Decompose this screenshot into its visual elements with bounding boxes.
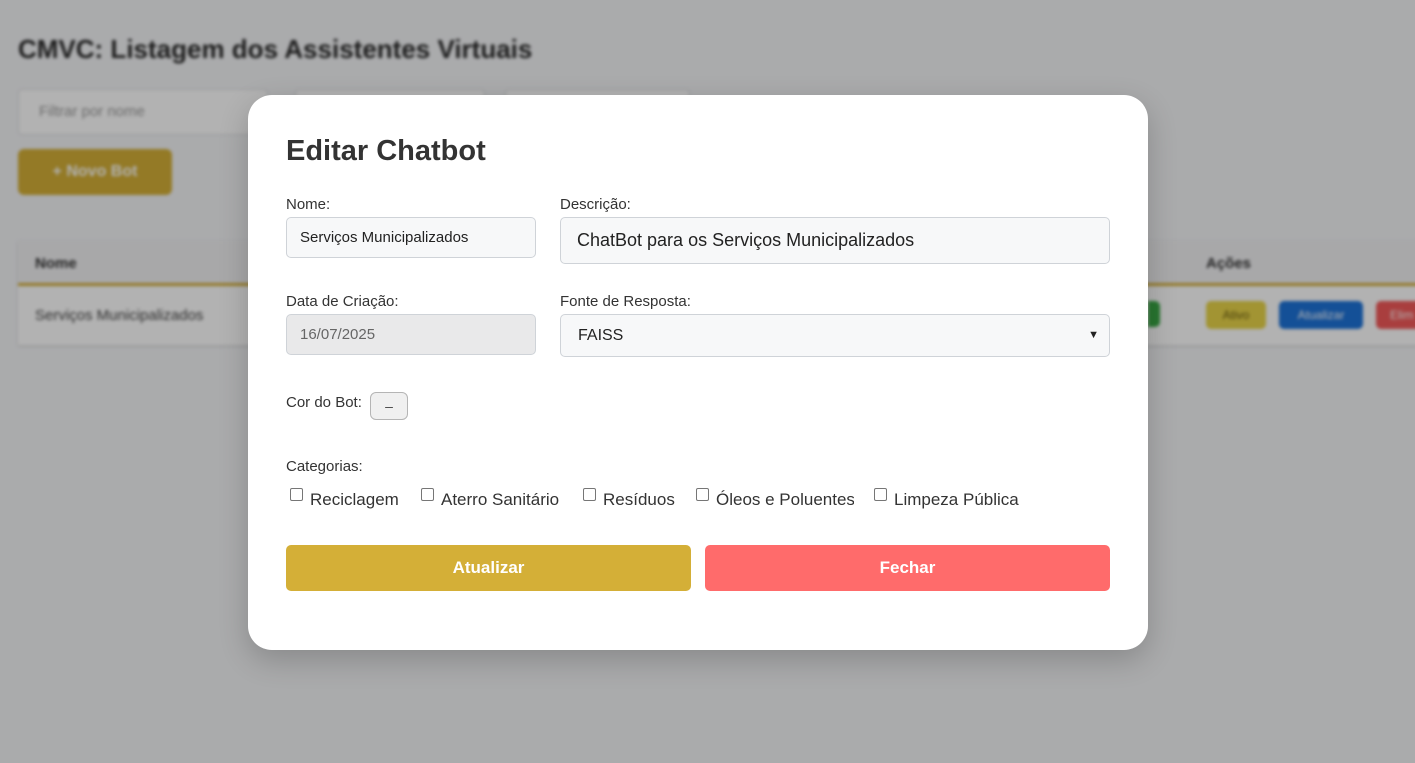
cor-bot-label: Cor do Bot: [286,394,362,411]
category-label: Aterro Sanitário [441,490,560,509]
category-checkbox[interactable] [583,488,596,501]
modal-title: Editar Chatbot [286,135,486,167]
nome-input[interactable] [286,217,536,258]
color-picker-button[interactable]: – [370,392,408,420]
fonte-resposta-select[interactable]: FAISS ▼ [560,314,1110,357]
nome-label: Nome: [286,196,331,213]
chevron-down-icon: ▼ [1088,329,1099,341]
category-checkbox[interactable] [290,488,303,501]
fonte-resposta-label: Fonte de Resposta: [560,293,691,310]
fonte-resposta-value: FAISS [578,327,624,344]
descricao-input[interactable] [560,217,1110,264]
category-label: Resíduos [603,490,675,509]
data-criacao-label: Data de Criação: [286,293,399,310]
category-checkbox[interactable] [421,488,434,501]
update-button[interactable]: Atualizar [286,545,691,591]
categorias-label: Categorias: [286,458,363,475]
category-label: Óleos e Poluentes [716,490,854,509]
category-checkbox[interactable] [874,488,887,501]
close-button[interactable]: Fechar [705,545,1110,591]
category-label: Limpeza Pública [894,490,1019,509]
edit-chatbot-modal: Editar Chatbot Nome: Descrição: Data de … [248,95,1148,650]
descricao-label: Descrição: [560,196,631,213]
category-checkbox[interactable] [696,488,709,501]
category-label: Reciclagem [310,490,399,509]
data-criacao-input [286,314,536,355]
